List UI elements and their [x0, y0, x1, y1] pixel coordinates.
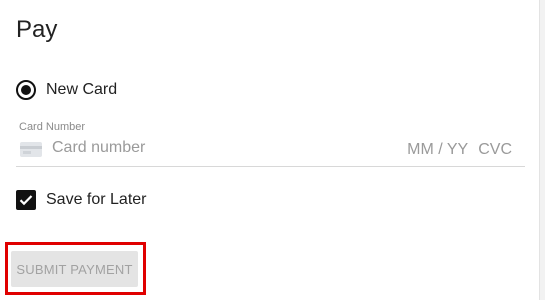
payment-page: Pay New Card Card Number MM / YY CVC Sav…	[0, 0, 545, 300]
new-card-radio-option[interactable]: New Card	[16, 79, 117, 101]
radio-selected-icon[interactable]	[16, 80, 36, 100]
radio-dot	[21, 85, 31, 95]
checkmark-icon	[19, 195, 33, 206]
panel-edge	[539, 0, 545, 300]
save-for-later-option[interactable]: Save for Later	[16, 189, 147, 211]
page-title: Pay	[16, 16, 58, 43]
submit-payment-button[interactable]: SUBMIT PAYMENT	[11, 251, 138, 287]
expiry-input[interactable]: MM / YY	[407, 141, 468, 159]
save-for-later-checkbox[interactable]	[16, 190, 36, 210]
card-chip	[23, 151, 31, 154]
expiry-cvc-group[interactable]: MM / YY CVC	[407, 141, 512, 159]
card-number-field[interactable]: Card Number MM / YY CVC	[16, 121, 525, 167]
cvc-input[interactable]: CVC	[478, 141, 512, 159]
save-for-later-label[interactable]: Save for Later	[46, 191, 147, 209]
new-card-label[interactable]: New Card	[46, 81, 117, 99]
card-number-input[interactable]	[52, 139, 352, 157]
card-number-label: Card Number	[19, 121, 86, 133]
card-stripe	[20, 146, 42, 149]
credit-card-icon	[20, 142, 42, 157]
